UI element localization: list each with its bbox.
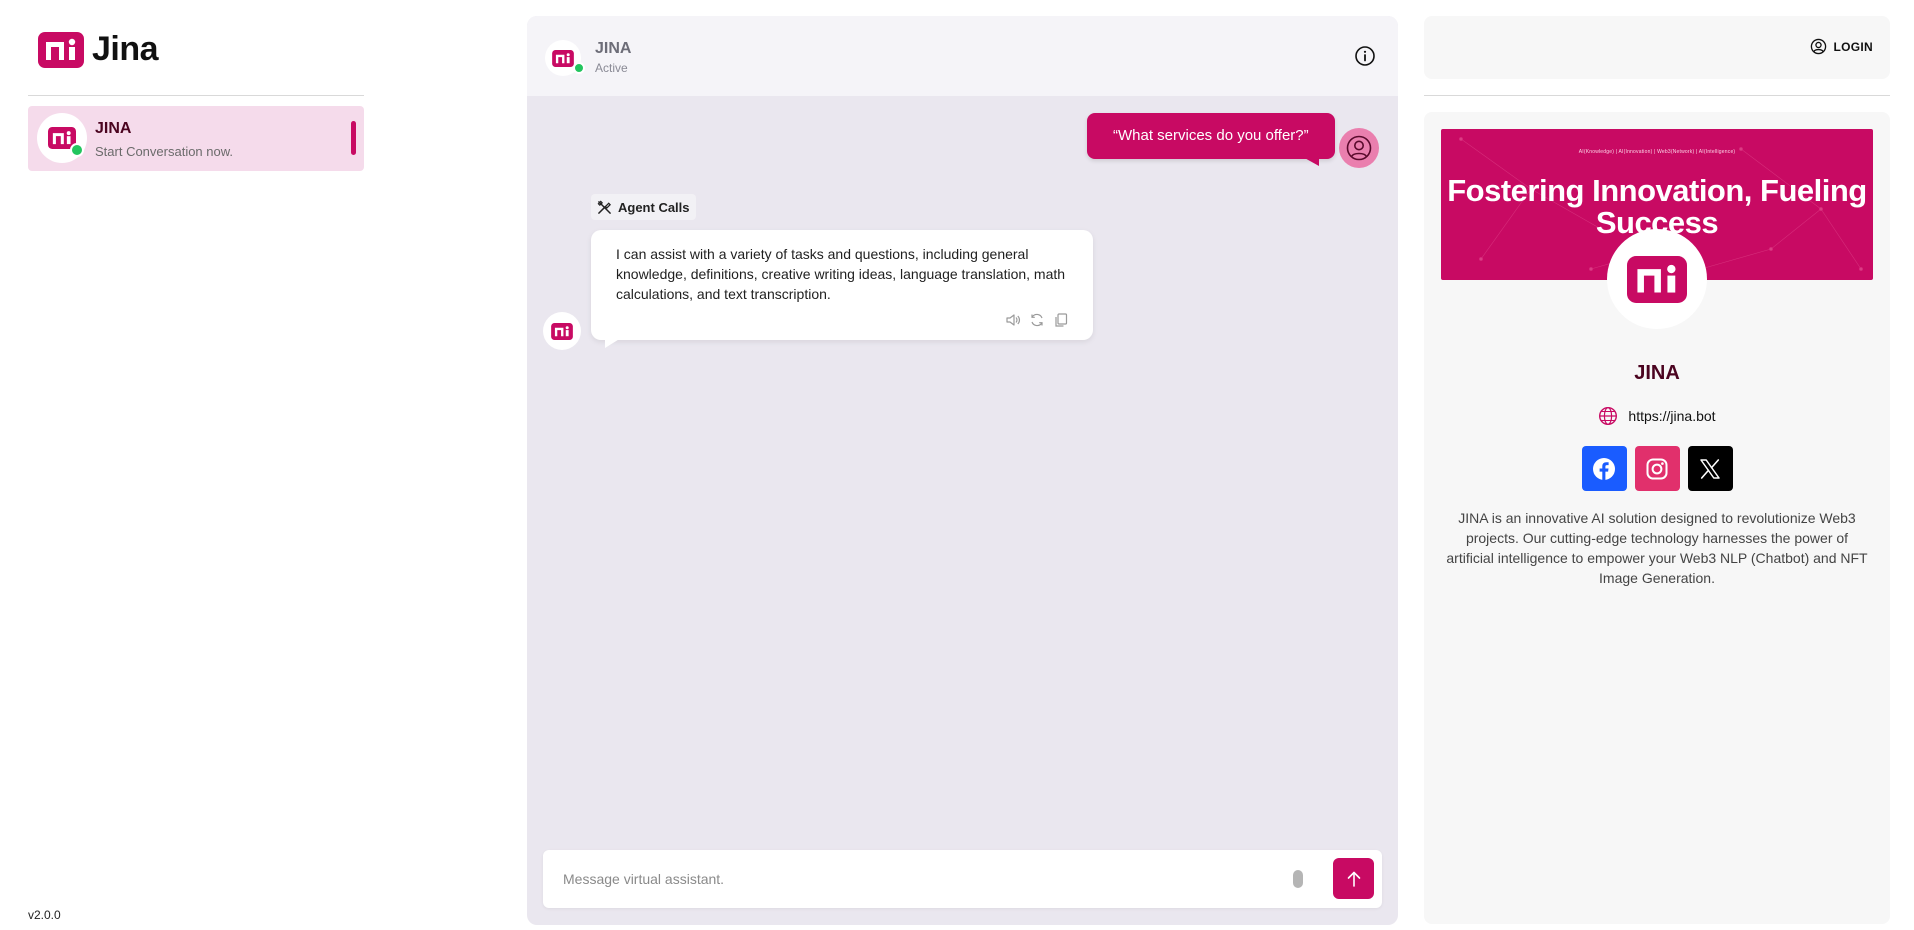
sidebar: Jina JINA Start Conversation now. v2.0.0	[0, 0, 380, 930]
sidebar-divider	[28, 95, 364, 96]
account-bar: LOGIN	[1424, 16, 1890, 79]
online-status-dot	[70, 143, 84, 157]
active-indicator	[351, 121, 356, 155]
x-icon	[1700, 458, 1720, 479]
regenerate-icon[interactable]	[1029, 312, 1045, 328]
assistant-avatar	[543, 312, 581, 350]
social-links	[1424, 446, 1890, 491]
user-message-tail	[1301, 156, 1319, 166]
bot-profile-card: AI(Knowledge) | AI(Innovation) | Web3(Ne…	[1424, 112, 1890, 924]
profile-description: JINA is an innovative AI solution design…	[1446, 510, 1868, 586]
message-composer	[543, 850, 1382, 908]
profile-avatar	[1607, 229, 1707, 329]
assistant-message: I can assist with a variety of tasks and…	[591, 230, 1093, 340]
chat-title: JINA	[595, 40, 632, 57]
login-label: LOGIN	[1833, 39, 1873, 54]
speaker-icon[interactable]	[1005, 312, 1021, 328]
assistant-message-tail	[605, 338, 621, 348]
arrow-up-icon	[1347, 871, 1360, 887]
instagram-icon	[1646, 458, 1668, 479]
message-actions	[1005, 312, 1069, 328]
copy-icon[interactable]	[1053, 312, 1069, 328]
jina-logo-icon	[551, 322, 573, 340]
info-icon[interactable]	[1354, 45, 1376, 67]
conversation-item-jina[interactable]: JINA Start Conversation now.	[28, 106, 364, 171]
chat-status: Active	[595, 61, 628, 75]
brand-name: Jina	[92, 30, 159, 68]
agent-calls-label: Agent Calls	[618, 199, 690, 215]
tools-icon	[597, 200, 611, 214]
instagram-button[interactable]	[1634, 446, 1680, 491]
brand-logo[interactable]: Jina	[38, 30, 159, 69]
user-avatar[interactable]	[1339, 128, 1379, 168]
website-row: https://jina.bot	[1424, 406, 1890, 426]
message-input[interactable]	[563, 864, 1263, 894]
jina-logo-icon	[38, 31, 84, 68]
facebook-button[interactable]	[1581, 446, 1627, 491]
user-message: “What services do you offer?”	[1087, 113, 1335, 159]
facebook-icon	[1593, 457, 1615, 480]
profile-name: JINA	[1634, 362, 1680, 384]
conversation-subtitle: Start Conversation now.	[95, 144, 234, 159]
chat-header: JINA Active	[527, 16, 1398, 96]
user-circle-icon	[1810, 38, 1826, 55]
version-label: v2.0.0	[28, 908, 61, 922]
globe-icon	[1599, 406, 1618, 426]
jina-logo-icon	[552, 49, 574, 67]
login-button[interactable]: LOGIN	[1810, 38, 1874, 55]
right-divider	[1424, 95, 1890, 96]
jina-logo-icon	[1627, 255, 1687, 303]
conversation-name: JINA	[95, 120, 132, 137]
assistant-message-text: I can assist with a variety of tasks and…	[616, 246, 1066, 302]
banner-tagline: AI(Knowledge) | AI(Innovation) | Web3(Ne…	[1578, 149, 1736, 155]
online-status-dot	[573, 62, 585, 74]
x-button[interactable]	[1687, 446, 1733, 491]
microphone-icon[interactable]	[1293, 870, 1303, 888]
chat-panel: JINA Active “What services do you offer?…	[527, 16, 1398, 925]
website-link[interactable]: https://jina.bot	[1628, 408, 1715, 424]
send-button[interactable]	[1333, 858, 1374, 899]
user-circle-icon	[1346, 135, 1372, 161]
agent-calls-toggle[interactable]: Agent Calls	[591, 194, 696, 220]
